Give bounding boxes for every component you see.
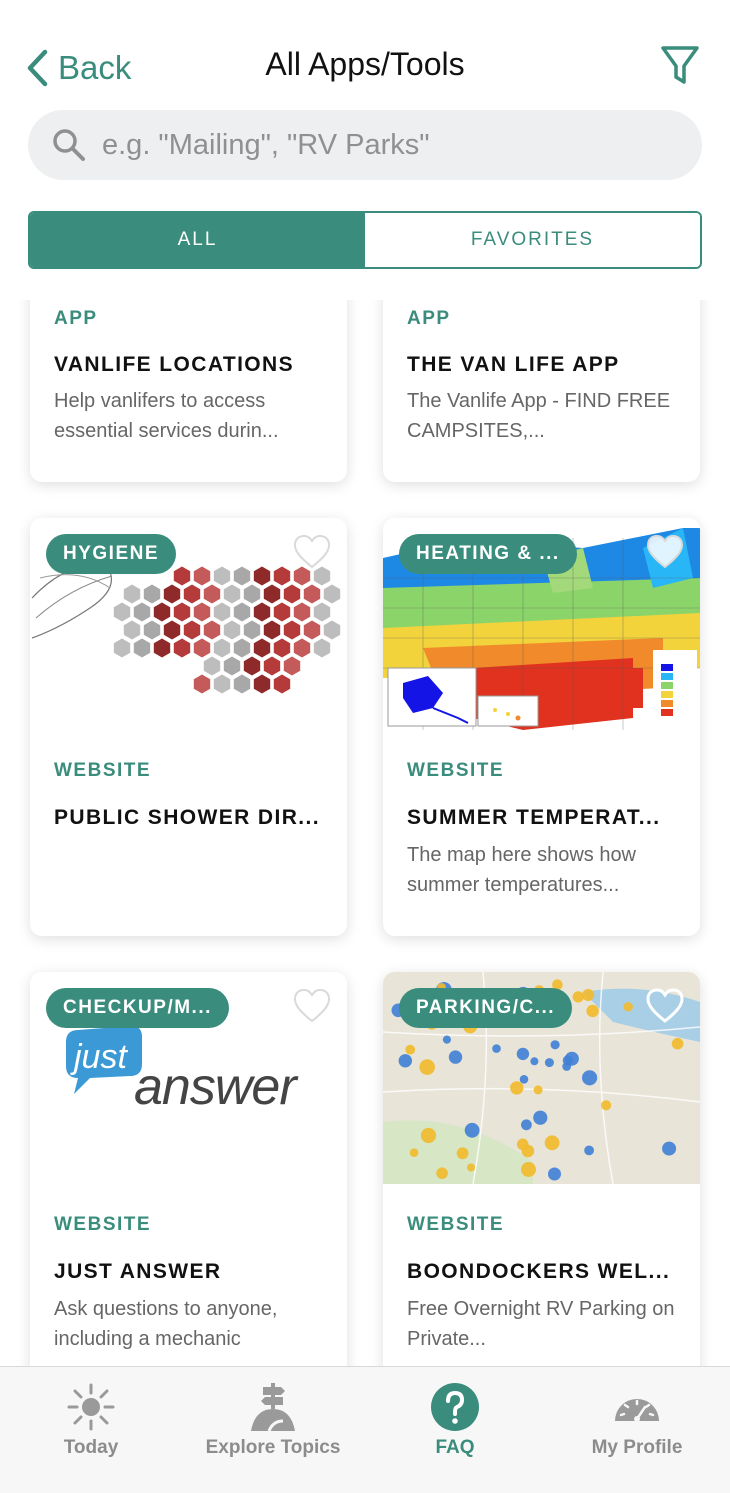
page-title: All Apps/Tools	[265, 46, 465, 82]
map-marker	[544, 1135, 560, 1151]
card-type: WEBSITE	[407, 1214, 505, 1235]
card-title: THE VAN LIFE APP	[407, 353, 620, 376]
map-marker	[533, 1085, 543, 1095]
tool-card[interactable]: just answer CHECKUP/M... WEBSITE JUST AN…	[30, 972, 347, 1392]
tab-today[interactable]: Today	[0, 1367, 182, 1477]
tab-label: My Profile	[591, 1437, 683, 1458]
map-marker	[467, 1163, 475, 1172]
segment-favorites[interactable]: FAVORITES	[365, 213, 700, 267]
card-title: PUBLIC SHOWER DIR...	[54, 806, 321, 829]
map-marker	[405, 1044, 416, 1055]
map-marker	[510, 1081, 524, 1095]
card-type: WEBSITE	[407, 760, 505, 781]
card-title: BOONDOCKERS WEL...	[407, 1260, 671, 1283]
map-marker	[492, 1044, 501, 1053]
heart-icon[interactable]	[293, 534, 331, 570]
card-description: Help vanlifers to access essential servi…	[54, 390, 279, 442]
map-marker	[671, 1037, 684, 1050]
map-marker	[572, 991, 584, 1003]
map-marker	[442, 1035, 451, 1044]
card-title: JUST ANSWER	[54, 1260, 222, 1283]
map-marker	[419, 1059, 435, 1075]
tab-my-profile[interactable]: My Profile	[546, 1367, 728, 1477]
map-marker	[586, 1004, 599, 1018]
logo-answer-text: answer	[134, 1058, 299, 1116]
tab-bar: Today Explore Topics FAQ My Profile	[0, 1366, 730, 1493]
search-input[interactable]	[100, 127, 664, 163]
filter-icon[interactable]	[660, 44, 700, 88]
map-marker	[521, 1162, 536, 1177]
map-marker	[544, 1058, 554, 1068]
card-title: VANLIFE LOCATIONS	[54, 353, 295, 376]
category-badge: CHECKUP/M...	[46, 988, 229, 1028]
heart-icon[interactable]	[293, 988, 331, 1024]
tab-explore-topics[interactable]: Explore Topics	[182, 1367, 364, 1477]
segmented-control: ALL FAVORITES	[28, 211, 702, 269]
map-marker	[533, 1110, 548, 1125]
segment-all[interactable]: ALL	[30, 213, 365, 267]
map-marker	[420, 1127, 437, 1144]
card-type: WEBSITE	[54, 760, 152, 781]
map-marker	[548, 1167, 561, 1181]
category-badge: HYGIENE	[46, 534, 177, 574]
map-marker	[550, 1040, 560, 1050]
card-type: WEBSITE	[54, 1214, 152, 1235]
tab-label: Explore Topics	[205, 1437, 341, 1458]
header: Back All Apps/Tools ALL FAVORITES	[0, 0, 730, 300]
signpost-icon	[251, 1383, 295, 1432]
card-description: The Vanlife App - FIND FREE CAMPSITES,..…	[407, 390, 671, 442]
map-marker	[584, 1145, 594, 1156]
map-marker	[562, 1062, 572, 1071]
card-title: SUMMER TEMPERAT...	[407, 806, 661, 829]
map-marker	[582, 1070, 598, 1086]
tool-card[interactable]: HEATING & ... WEBSITE SUMMER TEMPERAT...…	[383, 518, 700, 936]
card-description: The map here shows how summer temperatur…	[407, 844, 637, 896]
card-description: Ask questions to anyone, including a mec…	[54, 1298, 278, 1350]
card-type: APP	[54, 308, 98, 329]
question-icon	[431, 1383, 479, 1431]
map-marker	[456, 1147, 469, 1160]
map-marker	[521, 1119, 532, 1131]
card-type: APP	[407, 308, 451, 329]
gauge-icon	[615, 1399, 659, 1422]
map-marker	[516, 1047, 530, 1061]
map-marker	[398, 1054, 412, 1068]
map-marker	[436, 1167, 448, 1179]
logo-just-text: just	[70, 1038, 128, 1076]
category-badge: HEATING & ...	[399, 534, 577, 574]
map-marker	[662, 1141, 677, 1156]
tool-card[interactable]: HYGIENE WEBSITE PUBLIC SHOWER DIR...	[30, 518, 347, 936]
map-marker	[409, 1148, 419, 1157]
map-marker	[448, 1050, 463, 1064]
heart-icon[interactable]	[646, 534, 684, 570]
tab-label: FAQ	[435, 1437, 475, 1458]
sun-icon	[67, 1383, 115, 1431]
map-marker	[521, 1144, 535, 1158]
search-bar[interactable]	[28, 110, 702, 180]
map-marker	[582, 989, 595, 1001]
tool-card[interactable]: PARKING/C... WEBSITE BOONDOCKERS WEL... …	[383, 972, 700, 1392]
card-description: Free Overnight RV Parking on Private...	[407, 1298, 675, 1350]
map-marker	[601, 1100, 612, 1111]
tab-faq[interactable]: FAQ	[364, 1367, 546, 1477]
map-marker	[530, 1057, 539, 1066]
category-badge: PARKING/C...	[399, 988, 573, 1028]
map-marker	[623, 1002, 633, 1012]
tab-label: Today	[63, 1437, 119, 1458]
map-marker	[519, 1075, 529, 1084]
map-marker	[464, 1122, 480, 1138]
heart-icon[interactable]	[646, 988, 684, 1024]
search-icon	[53, 129, 85, 161]
